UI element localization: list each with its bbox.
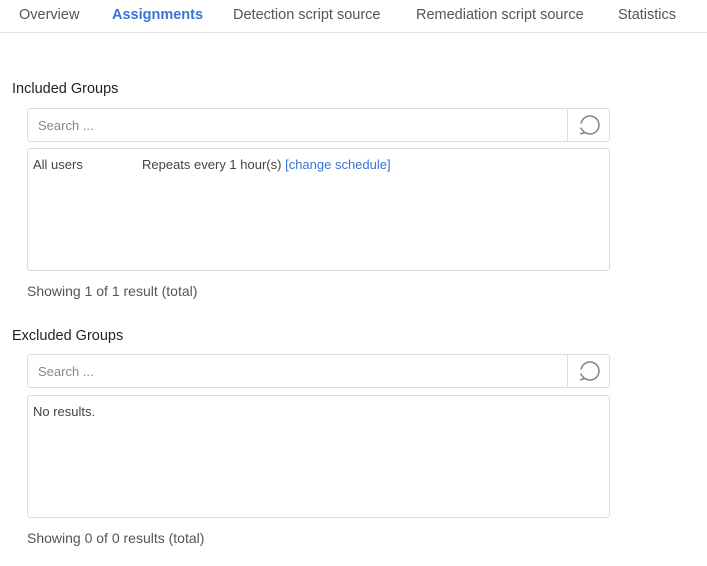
refresh-icon [579,115,600,135]
excluded-search-box [27,354,610,388]
included-search-box [27,108,610,142]
refresh-icon [579,361,600,381]
tab-statistics[interactable]: Statistics [618,7,676,23]
included-results-list: All users Repeats every 1 hour(s) [chang… [27,148,610,271]
tab-detection-script-source[interactable]: Detection script source [233,7,380,23]
tab-bar: Overview Assignments Detection script so… [0,0,707,33]
excluded-search-input[interactable] [28,355,569,387]
tab-remediation-script-source[interactable]: Remediation script source [416,7,584,23]
included-search-input[interactable] [28,109,569,141]
excluded-results-count: Showing 0 of 0 results (total) [27,530,205,546]
excluded-results-list: No results. [27,395,610,518]
schedule-text: Repeats every 1 hour(s) [142,157,282,172]
included-results-count: Showing 1 of 1 result (total) [27,283,198,299]
included-refresh-button[interactable] [567,109,609,141]
schedule-cell: Repeats every 1 hour(s) [change schedule… [142,157,391,172]
excluded-refresh-button[interactable] [567,355,609,387]
excluded-groups-title: Excluded Groups [12,328,124,344]
group-name: All users [33,157,83,172]
no-results-text: No results. [33,404,96,419]
tab-assignments[interactable]: Assignments [112,7,203,23]
tab-overview[interactable]: Overview [19,7,79,23]
included-groups-title: Included Groups [12,81,119,97]
change-schedule-link[interactable]: [change schedule] [285,157,391,172]
